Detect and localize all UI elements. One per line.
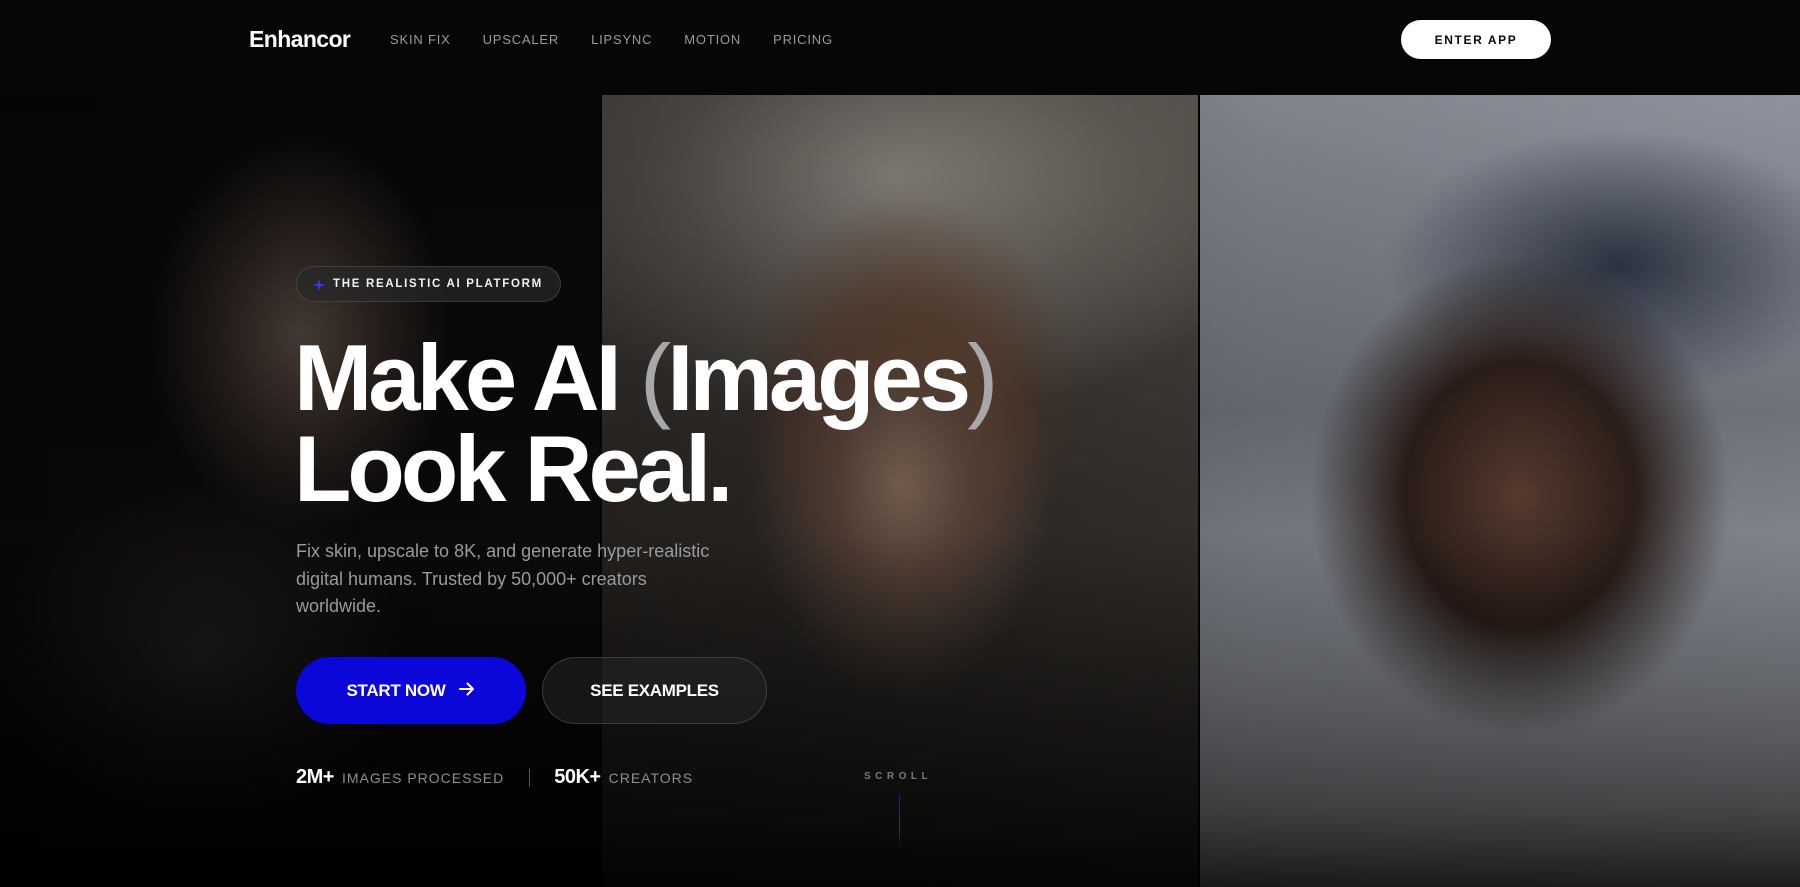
enter-app-button[interactable]: ENTER APP (1401, 20, 1551, 59)
stat-creators-value: 50K+ (554, 766, 601, 788)
stat-images-label: IMAGES PROCESSED (341, 769, 505, 786)
logo[interactable]: Enhancor (249, 26, 351, 53)
nav-links: SKIN FIX UPSCALER LIPSYNC MOTION PRICING (390, 32, 865, 47)
sparkle-icon (313, 278, 325, 291)
arrow-right-icon (459, 681, 475, 701)
start-now-label: START NOW (346, 680, 446, 700)
nav-link-upscaler[interactable]: UPSCALER (483, 32, 559, 47)
nav-link-lipsync[interactable]: LIPSYNC (591, 32, 652, 47)
nav-link-skin-fix[interactable]: SKIN FIX (390, 32, 451, 47)
badge-label: THE REALISTIC AI PLATFORM (333, 278, 543, 290)
hero-description: Fix skin, upscale to 8K, and generate hy… (296, 541, 710, 616)
stat-creators-label: CREATORS (608, 769, 694, 786)
headline-highlight-word: Images (667, 325, 971, 430)
headline-paren-close: ) (967, 325, 998, 430)
scroll-indicator-line (899, 795, 900, 850)
nav-link-motion[interactable]: MOTION (684, 32, 741, 47)
platform-badge: THE REALISTIC AI PLATFORM (296, 266, 561, 302)
hero-stats: 2M+ IMAGES PROCESSED 50K+ CREATORS (296, 766, 693, 789)
nav-link-pricing[interactable]: PRICING (773, 32, 833, 47)
top-nav: Enhancor SKIN FIX UPSCALER LIPSYNC MOTIO… (0, 0, 1800, 80)
hero-headline: Make AI (Images) Look Real. (294, 331, 999, 521)
see-examples-button[interactable]: SEE EXAMPLES (542, 657, 767, 724)
stat-images-value: 2M+ (296, 766, 334, 788)
headline-paren-open: ( (639, 325, 671, 430)
landing-page: Enhancor SKIN FIX UPSCALER LIPSYNC MOTIO… (0, 0, 1800, 887)
headline-text: Make AI (294, 325, 640, 430)
headline-line-2: Look Real. (294, 416, 733, 521)
stat-divider (529, 768, 531, 787)
scroll-indicator-label[interactable]: SCROLL (864, 771, 932, 782)
headline-line-1: Make AI (Images) (294, 331, 999, 425)
start-now-button[interactable]: START NOW (296, 657, 526, 724)
